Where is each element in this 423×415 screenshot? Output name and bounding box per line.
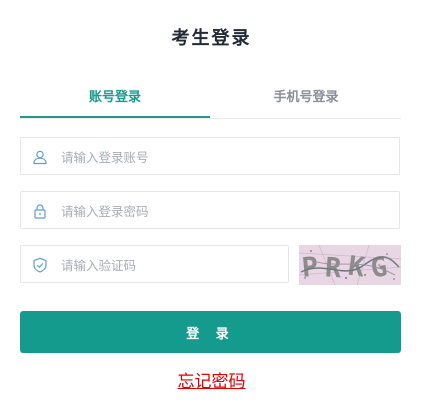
account-input[interactable] — [59, 138, 383, 176]
shield-icon — [33, 257, 47, 273]
captcha-image[interactable]: P R K G — [299, 245, 401, 285]
captcha-input[interactable] — [59, 246, 273, 284]
user-icon — [33, 150, 47, 165]
page-title: 考生登录 — [171, 28, 252, 49]
login-button[interactable]: 登 录 — [20, 311, 401, 353]
forgot-password-row: 忘记密码 — [0, 367, 423, 392]
password-input[interactable] — [59, 192, 383, 230]
captcha-field — [20, 245, 289, 284]
login-tabs: 账号登录 手机号登录 — [20, 80, 401, 119]
tab-account-login[interactable]: 账号登录 — [20, 80, 210, 118]
lock-icon — [34, 204, 46, 219]
tab-phone-login[interactable]: 手机号登录 — [211, 80, 401, 116]
account-field — [20, 137, 400, 176]
forgot-password-link[interactable]: 忘记密码 — [178, 372, 246, 392]
password-field — [20, 191, 400, 230]
